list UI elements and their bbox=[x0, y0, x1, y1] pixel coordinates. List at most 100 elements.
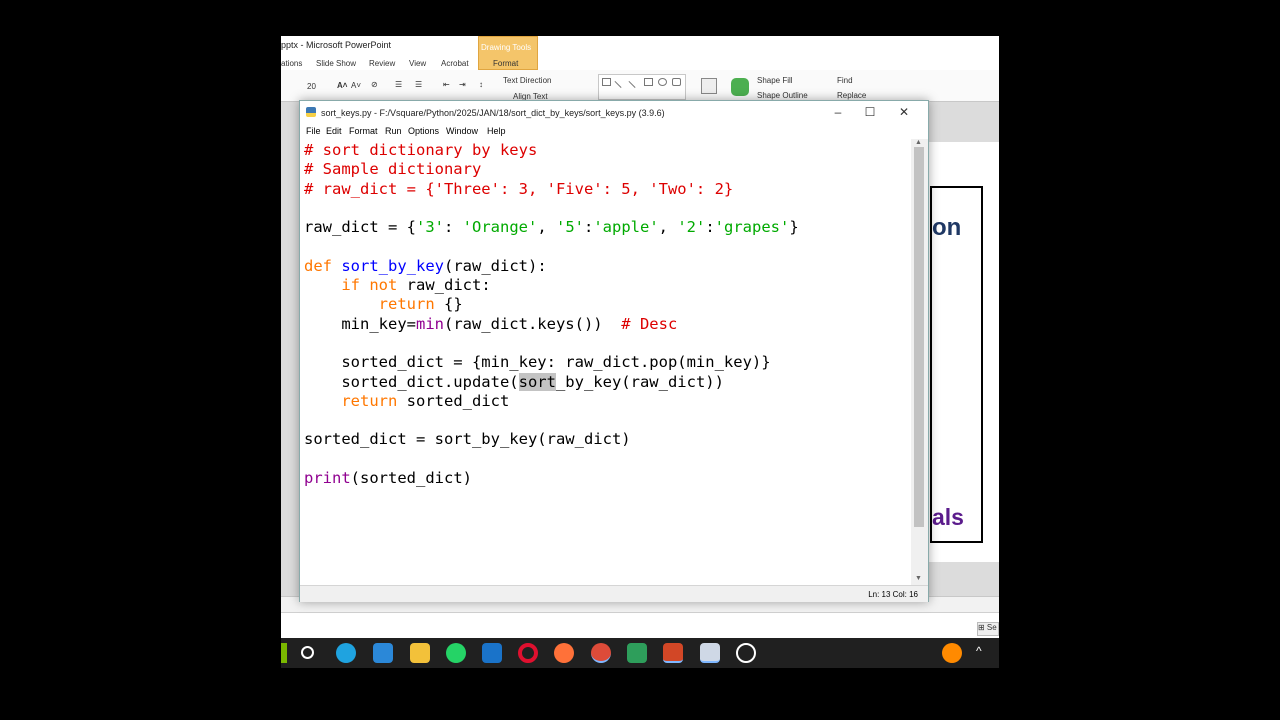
menu-window[interactable]: Window bbox=[446, 126, 478, 136]
menu-edit[interactable]: Edit bbox=[326, 126, 342, 136]
powerpoint-titlebar: pptx - Microsoft PowerPoint bbox=[281, 36, 999, 55]
chrome-icon[interactable] bbox=[591, 643, 611, 663]
code-builtin: print bbox=[304, 469, 351, 488]
status-bar: Ln: 13 Col: 16 bbox=[300, 585, 928, 602]
tab-animations[interactable]: ations bbox=[281, 59, 302, 68]
code-keyword: return bbox=[341, 391, 398, 410]
clock-app-icon[interactable] bbox=[736, 643, 756, 663]
idle-icon[interactable] bbox=[700, 643, 720, 663]
minimize-button[interactable]: – bbox=[824, 105, 852, 121]
opera-icon[interactable] bbox=[518, 643, 538, 663]
shrink-font-icon[interactable]: A˅ bbox=[351, 81, 361, 90]
ubuntu-edge-icon[interactable] bbox=[281, 643, 287, 663]
store-icon[interactable] bbox=[373, 643, 393, 663]
text-direction-button[interactable]: Text Direction bbox=[503, 76, 551, 85]
menu-format[interactable]: Format bbox=[349, 126, 378, 136]
tab-view[interactable]: View bbox=[409, 59, 426, 68]
powerpoint-bottom-bar bbox=[281, 612, 999, 638]
shape-outline-button[interactable]: Shape Outline bbox=[757, 91, 808, 100]
code-text: sorted_dict bbox=[397, 391, 510, 410]
code-keyword: if bbox=[341, 276, 360, 295]
firefox-icon[interactable] bbox=[554, 643, 574, 663]
shape-oval-icon[interactable] bbox=[658, 78, 667, 86]
maximize-button[interactable]: ☐ bbox=[856, 105, 884, 121]
notification-icon[interactable] bbox=[942, 643, 962, 663]
code-string: 'grapes' bbox=[714, 218, 790, 237]
android-icon[interactable] bbox=[627, 643, 647, 663]
cursor-position: Ln: 13 Col: 16 bbox=[868, 590, 918, 599]
clear-format-icon[interactable]: ⊘ bbox=[371, 80, 378, 89]
scroll-up-icon[interactable]: ▲ bbox=[915, 139, 922, 146]
powerpoint-icon[interactable] bbox=[663, 643, 683, 663]
code-string: '3' bbox=[415, 218, 444, 237]
code-text: (sorted_dict) bbox=[350, 469, 472, 488]
python-icon bbox=[306, 107, 316, 117]
shape-line-icon[interactable] bbox=[614, 75, 627, 89]
tab-slide-show[interactable]: Slide Show bbox=[316, 59, 356, 68]
shape-fill-button[interactable]: Shape Fill bbox=[757, 76, 793, 85]
shape-arrow-icon[interactable] bbox=[628, 75, 641, 89]
powerpoint-ribbon: 20 A˄ A˅ ⊘ ☰ ☰ ⇤ ⇥ ↕ Text Direction Alig… bbox=[281, 70, 999, 102]
code-comment: # Sample dictionary bbox=[304, 160, 482, 179]
code-string: 'apple' bbox=[593, 218, 659, 237]
font-size-box[interactable]: 20 bbox=[307, 82, 316, 91]
line-spacing-icon[interactable]: ↕ bbox=[479, 80, 483, 89]
menu-options[interactable]: Options bbox=[408, 126, 439, 136]
numbering-icon[interactable]: ☰ bbox=[415, 80, 422, 89]
window-title: sort_keys.py - F:/Vsquare/Python/2025/JA… bbox=[321, 108, 665, 118]
code-text: raw_dict = { bbox=[304, 218, 416, 237]
code-text: {} bbox=[434, 295, 463, 314]
chevron-up-icon[interactable]: ^ bbox=[976, 644, 990, 658]
scroll-down-icon[interactable]: ▼ bbox=[915, 575, 922, 582]
code-editor[interactable]: # sort dictionary by keys # Sample dicti… bbox=[300, 139, 918, 585]
drawing-tools-label: Drawing Tools bbox=[481, 43, 532, 52]
outdent-icon[interactable]: ⇥ bbox=[459, 80, 466, 89]
code-text: (raw_dict): bbox=[444, 256, 547, 275]
vertical-scrollbar[interactable]: ▲ ▼ bbox=[911, 139, 928, 585]
powerpoint-title: pptx - Microsoft PowerPoint bbox=[281, 40, 392, 50]
code-text[interactable]: # sort dictionary by keys # Sample dicti… bbox=[304, 141, 799, 488]
find-button[interactable]: Find bbox=[837, 76, 853, 85]
bullets-icon[interactable]: ☰ bbox=[395, 80, 402, 89]
code-text: sorted_dict = sort_by_key(raw_dict) bbox=[304, 430, 631, 449]
shape-rounded-rect-icon[interactable] bbox=[672, 78, 681, 86]
code-function-name: sort_by_key bbox=[341, 256, 444, 275]
edge-icon[interactable] bbox=[336, 643, 356, 663]
slide-card: on als bbox=[930, 186, 983, 543]
mail-icon[interactable] bbox=[482, 643, 502, 663]
search-icon[interactable] bbox=[301, 646, 314, 659]
shape-textbox-icon[interactable] bbox=[602, 78, 611, 86]
code-text: raw_dict: bbox=[397, 276, 491, 295]
code-string: '2' bbox=[677, 218, 706, 237]
quick-styles-icon[interactable] bbox=[731, 78, 749, 96]
menu-file[interactable]: File bbox=[306, 126, 321, 136]
slide-text-top: on bbox=[932, 214, 962, 241]
file-explorer-icon[interactable] bbox=[410, 643, 430, 663]
code-text: sorted_dict.update( bbox=[341, 372, 519, 391]
arrange-icon[interactable] bbox=[701, 78, 717, 94]
menu-help[interactable]: Help bbox=[487, 126, 506, 136]
indent-icon[interactable]: ⇤ bbox=[443, 80, 450, 89]
scrollbar-thumb[interactable] bbox=[914, 147, 924, 527]
code-text: sorted_dict = {min_key: raw_dict.pop(min… bbox=[341, 353, 771, 372]
close-button[interactable]: ✕ bbox=[890, 105, 918, 121]
idle-titlebar[interactable]: sort_keys.py - F:/Vsquare/Python/2025/JA… bbox=[300, 101, 928, 123]
code-text: _by_key(raw_dict)) bbox=[555, 372, 724, 391]
tab-acrobat[interactable]: Acrobat bbox=[441, 59, 469, 68]
code-keyword: return bbox=[378, 295, 435, 314]
shape-gallery[interactable] bbox=[598, 74, 686, 100]
slide-text-bottom: als bbox=[932, 504, 964, 530]
view-button[interactable]: ⊞ Se bbox=[977, 622, 999, 636]
idle-editor-window: sort_keys.py - F:/Vsquare/Python/2025/JA… bbox=[299, 100, 929, 602]
replace-button[interactable]: Replace bbox=[837, 91, 866, 100]
shape-rectangle-icon[interactable] bbox=[644, 78, 653, 86]
whatsapp-icon[interactable] bbox=[446, 643, 466, 663]
code-builtin: min bbox=[415, 314, 444, 333]
menu-run[interactable]: Run bbox=[385, 126, 402, 136]
tab-format[interactable]: Format bbox=[493, 59, 518, 68]
code-keyword: not bbox=[369, 276, 398, 295]
tab-review[interactable]: Review bbox=[369, 59, 395, 68]
code-comment: # Desc bbox=[621, 314, 678, 333]
code-keyword: def bbox=[304, 256, 332, 275]
grow-font-icon[interactable]: A˄ bbox=[337, 81, 347, 90]
